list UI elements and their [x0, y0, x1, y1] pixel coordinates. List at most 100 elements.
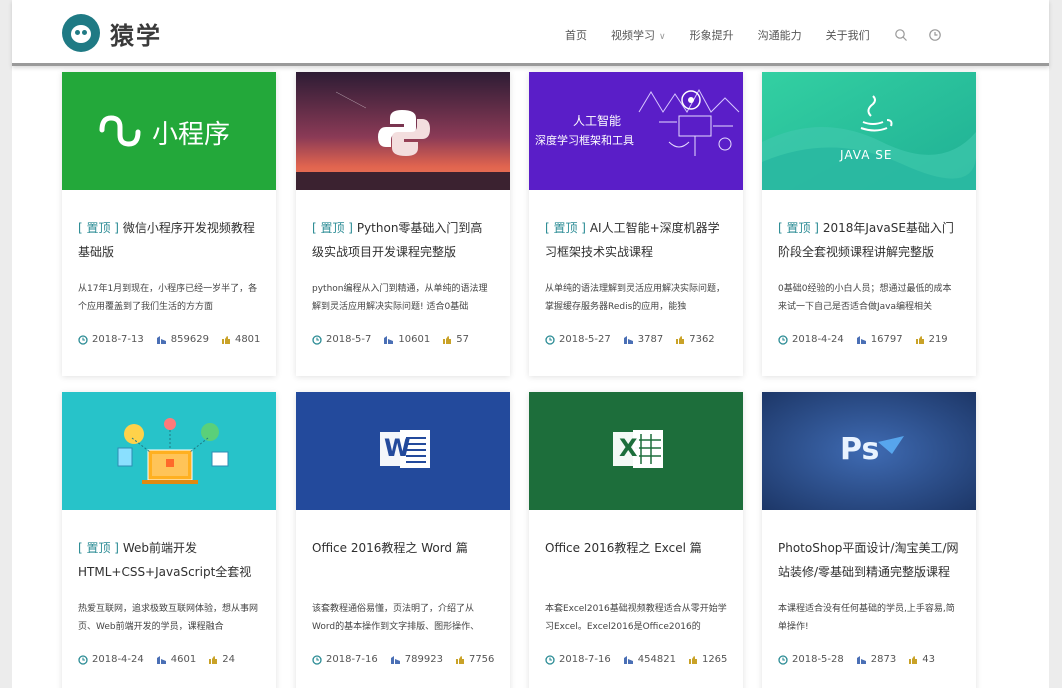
course-title[interactable]: PhotoShop平面设计/淘宝美工/网站装修/零基础到精通完整版课程	[778, 536, 960, 584]
monkey-logo-icon	[62, 14, 100, 52]
course-title[interactable]: [ 置顶 ] 2018年JavaSE基础入门阶段全套视频课程讲解完整版	[778, 216, 960, 264]
course-thumbnail[interactable]: JAVA SE	[762, 72, 976, 190]
course-date: 2018-5-27	[559, 334, 611, 345]
course-date: 2018-4-24	[92, 654, 144, 665]
course-date: 2018-7-16	[559, 654, 611, 665]
course-description: 从单纯的语法理解到灵活应用解决实际问题，掌握缓存服务器Redis的应用，能独	[545, 284, 726, 312]
course-title[interactable]: Office 2016教程之 Excel 篇	[545, 536, 727, 584]
clock-icon	[78, 334, 88, 345]
clock-icon	[78, 654, 88, 665]
course-thumbnail[interactable]: Ps	[762, 392, 976, 510]
nav-item-video-learning[interactable]: 视频学习 ∨	[611, 27, 666, 43]
course-thumbnail[interactable]: 人工智能 深度学习框架和工具	[529, 72, 743, 190]
views-icon	[623, 655, 633, 664]
clock-icon[interactable]	[928, 28, 942, 42]
views-icon	[384, 335, 394, 344]
pinned-tag: [ 置顶 ]	[545, 221, 586, 235]
thumbnail-text: 小程序	[152, 120, 231, 150]
thumbs-up-icon	[455, 655, 464, 664]
course-card[interactable]: 小程序 [ 置顶 ] 微信小程序开发视频教程基础版 从17年1月到现在，小程序已…	[62, 72, 276, 376]
course-title[interactable]: [ 置顶 ] Web前端开发HTML+CSS+JavaScript全套视频精英课…	[78, 536, 260, 584]
course-description: 热爱互联网，追求极致互联网体验，想从事网页、Web前端开发的学员，课程融合	[78, 604, 259, 632]
site-logo[interactable]: 猿学	[62, 14, 162, 52]
clock-icon	[778, 334, 788, 345]
course-title-text: PhotoShop平面设计/淘宝美工/网站装修/零基础到精通完整版课程	[778, 541, 959, 579]
course-likes: 57	[456, 334, 469, 345]
clock-icon	[312, 334, 322, 345]
course-card[interactable]: JAVA SE [ 置顶 ] 2018年JavaSE基础入门阶段全套视频课程讲解…	[762, 72, 976, 376]
course-views: 859629	[170, 334, 209, 345]
nav-item-image[interactable]: 形象提升	[690, 27, 734, 43]
thumbs-up-icon	[688, 655, 697, 664]
course-title[interactable]: Office 2016教程之 Word 篇	[312, 536, 494, 584]
clock-icon	[545, 654, 555, 665]
course-title-text: Office 2016教程之 Excel 篇	[545, 541, 702, 555]
course-meta: 2018-7-16 454821 1265	[545, 654, 739, 665]
course-likes: 219	[928, 334, 948, 345]
course-card[interactable]: 人工智能 深度学习框架和工具 [ 置顶 ] AI人工智能+深度机器学习框架技术实…	[529, 72, 743, 376]
course-thumbnail[interactable]	[296, 72, 510, 190]
thumbs-up-icon	[915, 335, 924, 344]
thumbs-up-icon	[676, 335, 685, 344]
course-thumbnail[interactable]	[62, 392, 276, 510]
main-nav: 首页 视频学习 ∨ 形象提升 沟通能力 关于我们	[565, 27, 962, 43]
course-description: 该套教程通俗易懂，页法明了，介绍了从Word的基本操作到文字排版、图形操作、	[312, 604, 480, 632]
course-description: 0基础0经验的小白人员；想通过最低的成本来试一下自己是否适合做Java编程相关	[778, 284, 952, 312]
nav-item-communication[interactable]: 沟通能力	[758, 27, 802, 43]
course-likes: 24	[222, 654, 235, 665]
search-icon[interactable]	[894, 28, 908, 42]
pinned-tag: [ 置顶 ]	[78, 541, 119, 555]
course-card[interactable]: W Office 2016教程之 Word 篇 该套教程通俗易懂，页法明了，介绍…	[296, 392, 510, 688]
course-title[interactable]: [ 置顶 ] AI人工智能+深度机器学习框架技术实战课程	[545, 216, 727, 264]
course-likes: 4801	[234, 334, 261, 345]
course-description: python编程从入门到精通，从单纯的语法理解到灵活应用解决实际问题! 适合0基…	[312, 284, 488, 312]
course-card[interactable]: [ 置顶 ] Python零基础入门到高级实战项目开发课程完整版 python编…	[296, 72, 510, 376]
course-thumbnail[interactable]: 小程序	[62, 72, 276, 190]
course-views: 789923	[404, 654, 443, 665]
course-title[interactable]: [ 置顶 ] Python零基础入门到高级实战项目开发课程完整版	[312, 216, 494, 264]
thumbnail-text: X	[619, 434, 638, 462]
course-card[interactable]: X Office 2016教程之 Excel 篇 本套Excel2016基础视频…	[529, 392, 743, 688]
clock-icon	[778, 654, 788, 665]
course-views: 454821	[637, 654, 676, 665]
clock-icon	[312, 654, 322, 665]
thumbnail-text-line1: 人工智能	[573, 114, 622, 128]
course-meta: 2018-4-24 16797 219	[778, 334, 960, 345]
thumbnail-text: W	[384, 434, 411, 462]
views-icon	[156, 655, 166, 664]
course-meta: 2018-5-7 10601 57	[312, 334, 481, 345]
thumbs-up-icon	[909, 655, 918, 664]
views-icon	[856, 655, 866, 664]
course-date: 2018-7-13	[92, 334, 144, 345]
views-icon	[156, 335, 166, 344]
ai-circuit-illustration	[638, 88, 740, 156]
course-card[interactable]: [ 置顶 ] Web前端开发HTML+CSS+JavaScript全套视频精英课…	[62, 392, 276, 688]
pinned-tag: [ 置顶 ]	[312, 221, 353, 235]
views-icon	[856, 335, 866, 344]
course-title-text: Office 2016教程之 Word 篇	[312, 541, 468, 555]
nav-item-home[interactable]: 首页	[565, 27, 587, 43]
course-views: 10601	[398, 334, 431, 345]
thumbnail-text-line2: 深度学习框架和工具	[535, 134, 634, 147]
course-meta: 2018-5-28 2873 43	[778, 654, 947, 665]
course-description: 从17年1月到现在，小程序已经一岁半了，各个应用覆盖到了我们生活的方方面	[78, 284, 258, 312]
thumbnail-text: Ps	[840, 432, 880, 467]
course-likes: 1265	[701, 654, 728, 665]
course-thumbnail[interactable]: W	[296, 392, 510, 510]
course-likes: 7362	[689, 334, 715, 345]
views-icon	[623, 335, 633, 344]
thumbs-up-icon	[443, 335, 452, 344]
course-card[interactable]: Ps PhotoShop平面设计/淘宝美工/网站装修/零基础到精通完整版课程 本…	[762, 392, 976, 688]
course-views: 3787	[637, 334, 664, 345]
clock-icon	[545, 334, 555, 345]
course-date: 2018-4-24	[792, 334, 844, 345]
course-title[interactable]: [ 置顶 ] 微信小程序开发视频教程基础版	[78, 216, 260, 264]
site-header: 猿学 首页 视频学习 ∨ 形象提升 沟通能力 关于我们	[12, 0, 1049, 66]
course-description: 本课程适合没有任何基础的学员,上手容易,简单操作!	[778, 604, 955, 632]
course-views: 2873	[870, 654, 897, 665]
brand-name: 猿学	[110, 21, 162, 50]
course-meta: 2018-5-27 3787 7362	[545, 334, 727, 345]
java-banner-image	[762, 72, 976, 190]
course-thumbnail[interactable]: X	[529, 392, 743, 510]
nav-item-about[interactable]: 关于我们	[826, 27, 870, 43]
